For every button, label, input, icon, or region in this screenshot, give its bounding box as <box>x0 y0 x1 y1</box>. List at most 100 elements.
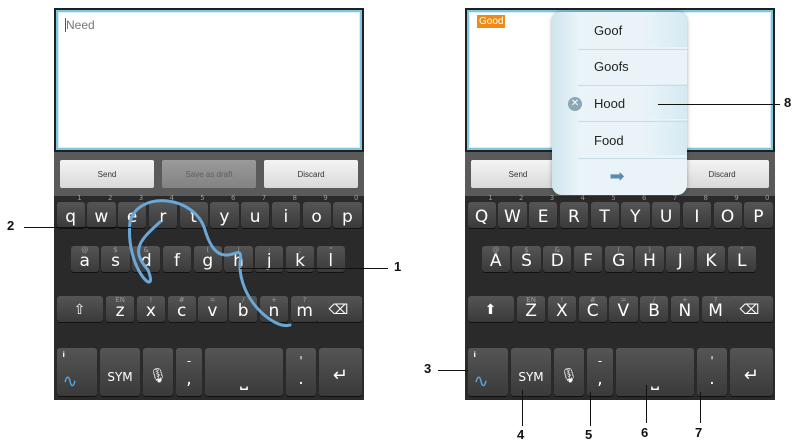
backspace-key[interactable]: ⌫ <box>726 296 773 322</box>
key-label: Z <box>525 301 537 321</box>
key-label: F <box>583 251 593 271</box>
callout-1: 1 <box>394 259 402 274</box>
key-hint: 7 <box>672 194 678 202</box>
key-label: C <box>586 301 599 321</box>
key-label: V <box>617 301 630 321</box>
key-hint: 3 <box>549 194 555 202</box>
sym-key[interactable]: SYM <box>511 348 551 396</box>
callout-7: 7 <box>695 425 703 440</box>
key-label: D <box>550 251 564 271</box>
stage: Need Send Save as draft Discard 1q2w3e4r… <box>0 0 805 443</box>
key-hint: 5 <box>611 194 616 202</box>
callout-4: 4 <box>517 427 525 442</box>
space-key[interactable]: ⎵ <box>616 348 694 396</box>
key-label: SYM <box>518 370 544 384</box>
popup-band <box>641 12 687 47</box>
callout-5: 5 <box>585 427 593 442</box>
discard-button[interactable]: Discard <box>675 160 769 188</box>
divider <box>578 158 687 159</box>
remove-icon[interactable]: ✕ <box>568 97 582 111</box>
key-w[interactable]: 2W <box>498 194 527 228</box>
key-u[interactable]: 7U <box>652 194 681 228</box>
key-k[interactable]: ; K <box>696 246 726 272</box>
key-p[interactable]: 0P <box>744 194 773 228</box>
suggestion-item[interactable]: Goof <box>594 23 622 38</box>
callout-6: 6 <box>641 425 649 440</box>
callout-line <box>590 392 591 426</box>
keyboard: 1 Q 2 W 3 E 4 R 5 T 6 Y 7 U 8 I 9 O 0 P @ A $ S & D _ F(G) H: J; K " L ⬆ E… <box>465 194 775 400</box>
key-label: R <box>567 207 580 227</box>
key-label: K <box>705 251 717 271</box>
key-hint: i <box>473 351 476 359</box>
key-label: Q <box>474 207 489 227</box>
popup-band <box>641 120 687 155</box>
key-b[interactable]: / B <box>640 296 669 322</box>
arrow-right-icon[interactable]: ➡ <box>602 166 632 187</box>
key-x[interactable]: ! X <box>547 296 576 322</box>
key-t[interactable]: 5T <box>590 194 619 228</box>
key-i[interactable]: 8I <box>682 194 711 228</box>
key-e[interactable]: 3E <box>529 194 558 228</box>
key-label: W <box>503 207 521 227</box>
key-label: J <box>677 251 683 271</box>
enter-key[interactable]: ↵ <box>730 348 773 396</box>
key-r[interactable]: 4R <box>559 194 588 228</box>
callout-2: 2 <box>7 218 15 233</box>
key-j[interactable]: :J <box>666 246 695 272</box>
key-label: H <box>643 251 656 271</box>
key-s[interactable]: $ S <box>512 246 541 272</box>
key-hint: 9 <box>734 194 739 202</box>
key-hint: 0 <box>765 194 770 202</box>
key-n[interactable]: + N <box>670 296 699 322</box>
key-label: B <box>648 301 660 321</box>
key-o[interactable]: 9O <box>713 194 742 228</box>
callout-line <box>240 268 388 269</box>
send-button[interactable]: Send <box>471 160 565 188</box>
key-g[interactable]: (G <box>604 246 633 272</box>
key-f[interactable]: _ F <box>573 246 603 272</box>
divider <box>578 85 687 86</box>
key-label: S <box>521 251 532 271</box>
callout-8: 8 <box>784 95 792 110</box>
key-l[interactable]: " L <box>727 246 756 272</box>
callout-line <box>700 392 701 423</box>
key-c[interactable]: # C <box>578 296 607 322</box>
key-label: , <box>597 369 603 389</box>
shift-key[interactable]: ⬆ <box>467 296 514 322</box>
divider <box>578 121 687 122</box>
key-z[interactable]: EN Z <box>517 296 546 322</box>
swype-trace-path <box>128 199 292 328</box>
highlighted-word: Good <box>477 15 506 28</box>
swype-key[interactable]: i ∿ <box>467 348 508 396</box>
key-a[interactable]: @ A <box>481 246 510 272</box>
key-d[interactable]: & D <box>543 246 572 272</box>
key-y[interactable]: 6Y <box>621 194 650 228</box>
key-label: . <box>709 369 715 389</box>
microphone-key[interactable]: 🎙 <box>554 348 584 396</box>
key-hint: 6 <box>642 194 647 202</box>
key-label: G <box>612 251 626 271</box>
key-q[interactable]: 1Q <box>467 194 496 228</box>
key-label: N <box>678 301 692 321</box>
space-icon: ⎵ <box>651 366 659 390</box>
key-hint: 2 <box>519 194 524 202</box>
period-key[interactable]: '. <box>697 348 727 396</box>
key-label: E <box>537 207 549 227</box>
callout-3: 3 <box>424 361 432 376</box>
callout-line <box>24 227 132 228</box>
key-hint: ' <box>710 354 714 368</box>
suggestion-item[interactable]: Food <box>594 133 624 148</box>
shift-icon: ⬆ <box>484 302 497 318</box>
key-label: M <box>708 301 723 321</box>
suggestion-item[interactable]: Goofs <box>594 59 629 74</box>
key-label: I <box>694 207 700 227</box>
suggestion-item[interactable]: Hood <box>594 96 625 111</box>
microphone-icon: 🎙 <box>560 368 578 384</box>
comma-key[interactable]: -, <box>587 348 613 396</box>
key-m[interactable]: ? M <box>701 296 730 322</box>
backspace-icon: ⌫ <box>739 302 760 318</box>
key-h[interactable]: ) H <box>635 246 664 272</box>
key-v[interactable]: = V <box>609 296 638 322</box>
key-label: Y <box>630 207 641 227</box>
key-label: U <box>659 207 673 227</box>
